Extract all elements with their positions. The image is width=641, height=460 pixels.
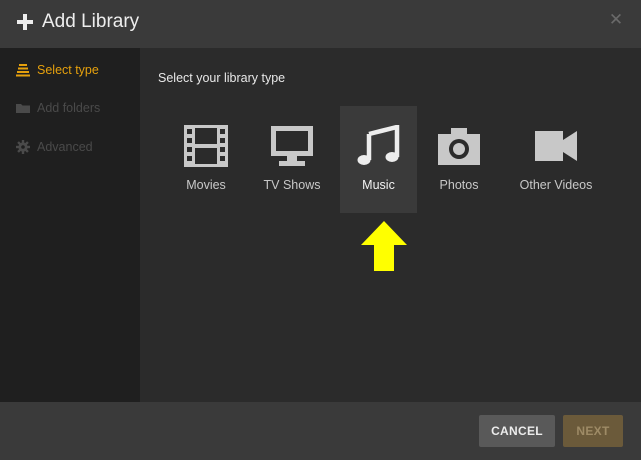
dialog-title: Add Library <box>42 11 140 32</box>
stack-icon <box>16 64 30 77</box>
library-type-label: Other Videos <box>519 178 593 192</box>
dialog-header: Add Library ✕ <box>0 0 641 48</box>
sidebar-item-advanced[interactable]: Advanced <box>0 129 140 165</box>
next-button[interactable]: NEXT <box>563 415 623 447</box>
library-type-label: Photos <box>439 178 479 192</box>
sidebar-item-add-folders[interactable]: Add folders <box>0 90 140 126</box>
library-type-prompt: Select your library type <box>158 71 286 85</box>
library-type-label: Movies <box>186 178 226 192</box>
dialog-footer: CANCEL NEXT <box>0 402 641 460</box>
monitor-icon <box>271 126 313 166</box>
sidebar-item-label: Add folders <box>37 101 101 115</box>
library-type-tv-shows[interactable]: TV Shows <box>255 106 329 213</box>
gear-icon <box>16 140 30 154</box>
library-type-other-videos[interactable]: Other Videos <box>510 106 602 213</box>
close-icon[interactable]: ✕ <box>606 10 626 30</box>
folder-icon <box>16 104 30 113</box>
sidebar-item-select-type[interactable]: Select type <box>0 52 140 88</box>
library-type-label: Music <box>362 178 395 192</box>
yellow-arrow-up-icon <box>361 221 407 271</box>
library-type-music[interactable]: Music <box>340 106 417 213</box>
sidebar: Select type Add folders Advanced <box>0 48 140 402</box>
sidebar-item-label: Advanced <box>37 140 93 154</box>
sidebar-item-label: Select type <box>37 63 99 77</box>
plus-icon <box>17 14 33 30</box>
music-note-icon <box>357 125 399 165</box>
video-camera-icon <box>535 131 577 161</box>
camera-icon <box>438 128 480 165</box>
library-type-movies[interactable]: Movies <box>170 106 242 213</box>
library-type-photos[interactable]: Photos <box>428 106 490 213</box>
film-icon <box>184 125 228 167</box>
cancel-button[interactable]: CANCEL <box>479 415 555 447</box>
library-type-label: TV Shows <box>263 178 321 192</box>
add-library-dialog: Add Library ✕ Select type Add folders Ad… <box>0 0 641 460</box>
